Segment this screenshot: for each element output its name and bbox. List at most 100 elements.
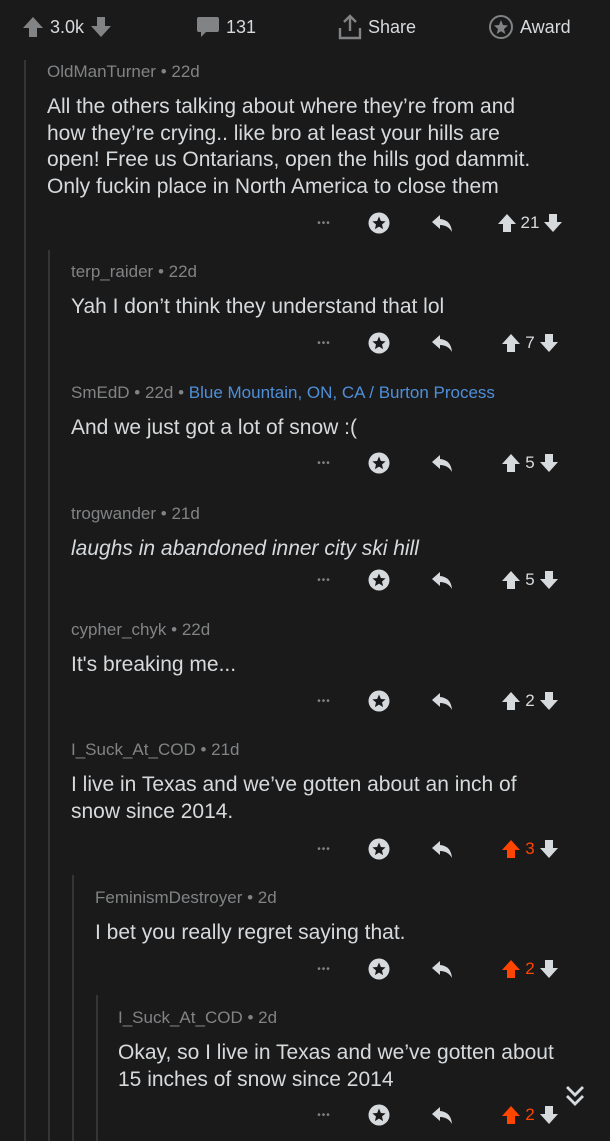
downvote-arrow-icon[interactable] <box>90 15 112 39</box>
comment-author[interactable]: cypher_chyk <box>71 620 166 639</box>
reply-icon[interactable] <box>430 570 454 590</box>
upvote-arrow-icon[interactable] <box>501 332 521 354</box>
comment-author[interactable]: trogwander <box>71 504 156 523</box>
upvote-arrow-icon[interactable] <box>497 212 517 234</box>
reply-button[interactable] <box>423 328 461 358</box>
comment-text-line: Yah I don’t think they understand that l… <box>71 295 445 318</box>
more-options-button[interactable]: ••• <box>308 1100 340 1130</box>
more-options-button[interactable]: ••• <box>308 565 340 595</box>
downvote-arrow-icon[interactable] <box>543 212 563 234</box>
comment-text-line: how they’re crying.. like bro at least y… <box>47 121 500 145</box>
comment-author[interactable]: FeminismDestroyer <box>95 888 242 907</box>
award-icon[interactable] <box>367 211 391 235</box>
more-options-button[interactable]: ••• <box>308 834 340 864</box>
comment-score: 2 <box>525 691 535 710</box>
reply-button[interactable] <box>423 208 461 238</box>
give-award-button[interactable] <box>360 686 398 716</box>
give-award-button[interactable] <box>360 834 398 864</box>
comment-author[interactable]: SmEdD <box>71 383 130 402</box>
comment-meta: SmEdD • 22d • Blue Mountain, ON, CA / Bu… <box>71 383 495 402</box>
upvote-arrow-icon[interactable] <box>501 569 521 591</box>
award-icon[interactable] <box>367 689 391 713</box>
comment-author[interactable]: I_Suck_At_COD <box>71 740 196 759</box>
upvote-arrow-icon[interactable] <box>501 690 521 712</box>
downvote-arrow-icon[interactable] <box>539 958 559 980</box>
comment-author[interactable]: I_Suck_At_COD <box>118 1008 243 1027</box>
upvote-arrow-icon[interactable] <box>501 1104 521 1126</box>
comment-meta: I_Suck_At_COD • 2d <box>118 1008 278 1027</box>
more-options-button[interactable]: ••• <box>308 448 340 478</box>
downvote-arrow-icon[interactable] <box>539 332 559 354</box>
downvote-arrow-icon[interactable] <box>539 452 559 474</box>
comment-text-line: snow since 2014. <box>71 799 234 823</box>
upvote-arrow-icon[interactable] <box>501 452 521 474</box>
more-options-button[interactable]: ••• <box>308 686 340 716</box>
comment: I_Suck_At_COD • 2d Okay, so I live in Tex… <box>118 1008 607 1093</box>
more-dots-icon: ••• <box>317 574 331 586</box>
reply-icon[interactable] <box>430 213 454 233</box>
comment-meta: I_Suck_At_COD • 21d <box>71 740 240 759</box>
post-comments-button[interactable]: 131 <box>196 12 262 42</box>
award-icon[interactable] <box>367 451 391 475</box>
comment-score: 2 <box>525 1105 535 1124</box>
more-dots-icon: ••• <box>317 695 331 707</box>
comment-body: And we just got a lot of snow :( <box>71 415 607 442</box>
give-award-button[interactable] <box>360 1100 398 1130</box>
give-award-button[interactable] <box>360 954 398 984</box>
reply-icon[interactable] <box>430 333 454 353</box>
give-award-button[interactable] <box>360 565 398 595</box>
reply-icon[interactable] <box>430 453 454 473</box>
post-share-button[interactable]: Share <box>338 12 422 42</box>
comment: SmEdD • 22d • Blue Mountain, ON, CA / Bu… <box>71 383 607 442</box>
reply-button[interactable] <box>423 1100 461 1130</box>
reply-icon[interactable] <box>430 959 454 979</box>
more-options-button[interactable]: ••• <box>308 208 340 238</box>
upvote-arrow-icon[interactable] <box>501 838 521 860</box>
give-award-button[interactable] <box>360 328 398 358</box>
comment-age: 21d <box>211 740 240 759</box>
more-options-button[interactable]: ••• <box>308 954 340 984</box>
reply-icon[interactable] <box>430 839 454 859</box>
reply-button[interactable] <box>423 448 461 478</box>
award-icon[interactable] <box>367 331 391 355</box>
upvote-arrow-icon[interactable] <box>22 15 44 39</box>
post-vote-group: 3.0k <box>22 12 112 42</box>
upvote-arrow-icon[interactable] <box>501 958 521 980</box>
scroll-down-button[interactable] <box>560 1081 590 1111</box>
award-icon[interactable] <box>367 568 391 592</box>
more-dots-icon: ••• <box>317 1109 331 1121</box>
comment-vote-group: 2 <box>480 686 580 716</box>
downvote-arrow-icon[interactable] <box>539 1104 559 1126</box>
post-award-label: Award <box>520 16 571 37</box>
reply-button[interactable] <box>423 565 461 595</box>
reply-button[interactable] <box>423 834 461 864</box>
comment: OldManTurner • 22d All the others talking… <box>47 62 607 200</box>
more-dots-icon: ••• <box>317 963 331 975</box>
reply-icon[interactable] <box>430 691 454 711</box>
comment-actions: ••• 21 <box>0 208 610 238</box>
more-dots-icon: ••• <box>317 217 331 229</box>
award-icon[interactable] <box>367 957 391 981</box>
comment-age: 22d <box>168 262 197 281</box>
give-award-button[interactable] <box>360 208 398 238</box>
reply-icon[interactable] <box>430 1105 454 1125</box>
downvote-arrow-icon[interactable] <box>539 569 559 591</box>
award-icon[interactable] <box>367 837 391 861</box>
reply-button[interactable] <box>423 686 461 716</box>
comment-text-line: 15 inches of snow since 2014 <box>118 1067 394 1091</box>
comment-body: I live in Texas and we’ve gotten about a… <box>71 772 607 825</box>
reply-button[interactable] <box>423 954 461 984</box>
comment-age: 2d <box>257 888 277 907</box>
comment-score: 7 <box>525 333 535 352</box>
award-icon[interactable] <box>367 1103 391 1127</box>
more-options-button[interactable]: ••• <box>308 328 340 358</box>
comment-author[interactable]: OldManTurner <box>47 62 156 81</box>
comment-bubble-icon <box>197 17 219 37</box>
post-award-button[interactable]: Award <box>488 12 577 42</box>
comment: cypher_chyk • 22d It's breaking me... <box>71 620 607 679</box>
downvote-arrow-icon[interactable] <box>539 690 559 712</box>
give-award-button[interactable] <box>360 448 398 478</box>
comment-meta: OldManTurner • 22d <box>47 62 200 81</box>
comment-author[interactable]: terp_raider <box>71 262 153 281</box>
downvote-arrow-icon[interactable] <box>539 838 559 860</box>
